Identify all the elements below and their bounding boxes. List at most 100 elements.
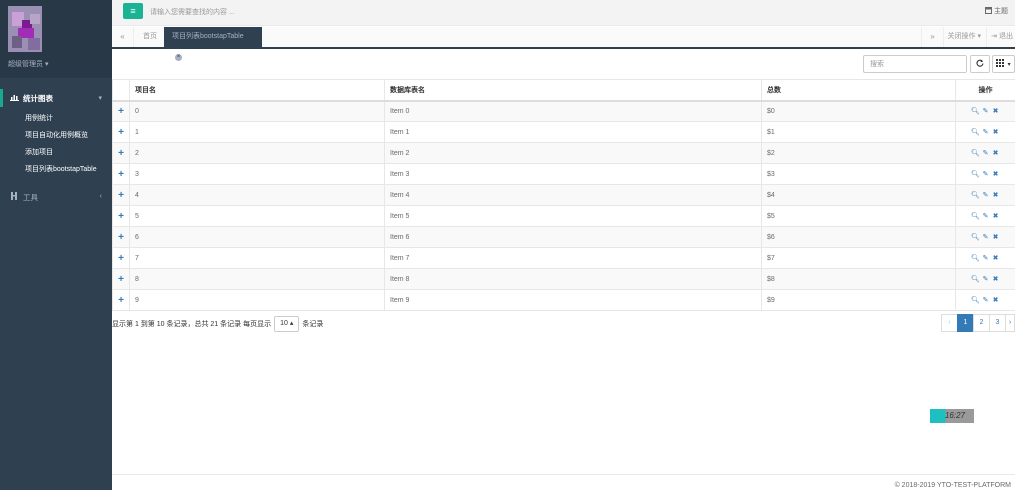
sidebar-group-charts[interactable]: 统计图表 ▾ xyxy=(0,89,112,107)
edit-icon[interactable]: ✎ xyxy=(981,275,991,283)
sidebar-item-case-stats[interactable]: 用例统计 xyxy=(0,110,112,127)
refresh-icon xyxy=(976,59,984,68)
sidebar-group-tools[interactable]: 工具 ‹ xyxy=(0,188,112,206)
tabs-scroll-left-button[interactable]: « xyxy=(112,27,134,47)
pagination-suffix: 条记录 xyxy=(302,321,324,328)
tabs-scroll-right-button[interactable]: » xyxy=(921,27,943,47)
table-row: + 3 Item 3 $3 🔍︎ ✎ ✖ xyxy=(112,163,1015,185)
sidebar: 超级管理员 ▾ 统计图表 ▾ 用例统计 项目自动化用例概览 添加项目 项目列表b… xyxy=(0,0,112,490)
column-header-total[interactable]: 总数 xyxy=(761,79,956,102)
bar-chart-icon xyxy=(9,93,19,103)
pagination: ‹ 1 2 3 › xyxy=(941,314,1015,332)
view-icon[interactable]: 🔍︎ xyxy=(971,254,981,262)
view-icon[interactable]: 🔍︎ xyxy=(971,296,981,304)
delete-icon[interactable]: ✖ xyxy=(991,254,1001,262)
cell-db-table-name: Item 1 xyxy=(384,121,762,143)
view-icon[interactable]: 🔍︎ xyxy=(971,212,981,220)
theme-button[interactable]: 主题 xyxy=(985,6,1008,16)
cell-project-name: 4 xyxy=(129,184,385,206)
view-icon[interactable]: 🔍︎ xyxy=(971,107,981,115)
cell-actions: 🔍︎ ✎ ✖ xyxy=(955,205,1015,227)
delete-icon[interactable]: ✖ xyxy=(991,128,1001,136)
delete-icon[interactable]: ✖ xyxy=(991,275,1001,283)
profile-panel: 超级管理员 ▾ xyxy=(0,0,112,78)
column-header-db-table-name[interactable]: 数据库表名 xyxy=(384,79,762,102)
sidebar-item-automation-overview[interactable]: 项目自动化用例概览 xyxy=(0,127,112,144)
sidebar-group-label: 统计图表 xyxy=(23,93,53,103)
edit-icon[interactable]: ✎ xyxy=(981,107,991,115)
tools-icon xyxy=(9,192,19,202)
expand-row-icon[interactable]: + xyxy=(112,184,130,206)
expand-row-icon[interactable]: + xyxy=(112,226,130,248)
table-row: + 1 Item 1 $1 🔍︎ ✎ ✖ xyxy=(112,121,1015,143)
column-header-project-name[interactable]: 项目名 xyxy=(129,79,385,102)
edit-icon[interactable]: ✎ xyxy=(981,191,991,199)
edit-icon[interactable]: ✎ xyxy=(981,149,991,157)
sidebar-item-project-list[interactable]: 项目列表bootstapTable xyxy=(0,161,112,178)
expand-row-icon[interactable]: + xyxy=(112,205,130,227)
view-icon[interactable]: 🔍︎ xyxy=(971,191,981,199)
avatar[interactable] xyxy=(8,6,42,52)
cell-total: $9 xyxy=(761,289,956,311)
cell-db-table-name: Item 0 xyxy=(384,100,762,122)
expand-row-icon[interactable]: + xyxy=(112,268,130,290)
view-icon[interactable]: 🔍︎ xyxy=(971,170,981,178)
view-icon[interactable]: 🔍︎ xyxy=(971,275,981,283)
cell-db-table-name: Item 6 xyxy=(384,226,762,248)
cell-project-name: 7 xyxy=(129,247,385,269)
cell-total: $5 xyxy=(761,205,956,227)
delete-icon[interactable]: ✖ xyxy=(991,107,1001,115)
close-operations-dropdown[interactable]: 关闭操作 ▾ xyxy=(942,27,985,47)
page-prev-button[interactable]: ‹ xyxy=(941,314,958,332)
expand-row-icon[interactable]: + xyxy=(112,163,130,185)
cell-project-name: 0 xyxy=(129,100,385,122)
user-name-dropdown[interactable]: 超级管理员 ▾ xyxy=(8,59,48,69)
delete-icon[interactable]: ✖ xyxy=(991,191,1001,199)
global-search-input[interactable] xyxy=(150,5,370,19)
delete-icon[interactable]: ✖ xyxy=(991,233,1001,241)
expand-row-icon[interactable]: + xyxy=(112,289,130,311)
page-size-dropdown[interactable]: 10 ▴ xyxy=(274,316,300,332)
delete-icon[interactable]: ✖ xyxy=(991,149,1001,157)
page-button-2[interactable]: 2 xyxy=(973,314,990,332)
edit-icon[interactable]: ✎ xyxy=(981,296,991,304)
expand-row-icon[interactable]: + xyxy=(112,142,130,164)
edit-icon[interactable]: ✎ xyxy=(981,212,991,220)
expand-row-icon[interactable]: + xyxy=(112,121,130,143)
page-button-1[interactable]: 1 xyxy=(957,314,974,332)
edit-icon[interactable]: ✎ xyxy=(981,233,991,241)
delete-icon[interactable]: ✖ xyxy=(991,296,1001,304)
delete-icon[interactable]: ✖ xyxy=(991,170,1001,178)
table-row: + 6 Item 6 $6 🔍︎ ✎ ✖ xyxy=(112,226,1015,248)
delete-icon[interactable]: ✖ xyxy=(991,212,1001,220)
sidebar-item-add-project[interactable]: 添加项目 xyxy=(0,144,112,161)
cell-db-table-name: Item 5 xyxy=(384,205,762,227)
cell-db-table-name: Item 3 xyxy=(384,163,762,185)
view-icon[interactable]: 🔍︎ xyxy=(971,233,981,241)
cell-db-table-name: Item 2 xyxy=(384,142,762,164)
refresh-button[interactable] xyxy=(970,55,990,73)
logout-label: 退出 xyxy=(999,33,1013,40)
view-icon[interactable]: 🔍︎ xyxy=(971,149,981,157)
edit-icon[interactable]: ✎ xyxy=(981,254,991,262)
page-tabs-bar: « 首页 项目列表bootstapTable × » 关闭操作 ▾ ⇥ 退出 xyxy=(112,27,1015,61)
page-button-3[interactable]: 3 xyxy=(989,314,1006,332)
menu-toggle-button[interactable]: ≡ xyxy=(123,3,143,19)
theme-icon xyxy=(985,7,994,15)
view-icon[interactable]: 🔍︎ xyxy=(971,128,981,136)
edit-icon[interactable]: ✎ xyxy=(981,128,991,136)
table-search-input[interactable] xyxy=(863,55,967,73)
expand-row-icon[interactable]: + xyxy=(112,247,130,269)
double-chevron-left-icon: « xyxy=(120,32,125,41)
columns-toggle-button[interactable]: ▾ xyxy=(992,55,1015,73)
expand-row-icon[interactable]: + xyxy=(112,100,130,122)
cell-actions: 🔍︎ ✎ ✖ xyxy=(955,163,1015,185)
double-chevron-right-icon: » xyxy=(930,32,935,41)
page-next-button[interactable]: › xyxy=(1005,314,1015,332)
cell-actions: 🔍︎ ✎ ✖ xyxy=(955,142,1015,164)
cell-project-name: 2 xyxy=(129,142,385,164)
logout-button[interactable]: ⇥ 退出 xyxy=(986,27,1015,47)
chevron-left-icon: ‹ xyxy=(99,193,102,200)
tab-project-list[interactable]: 项目列表bootstapTable × xyxy=(164,27,262,61)
edit-icon[interactable]: ✎ xyxy=(981,170,991,178)
